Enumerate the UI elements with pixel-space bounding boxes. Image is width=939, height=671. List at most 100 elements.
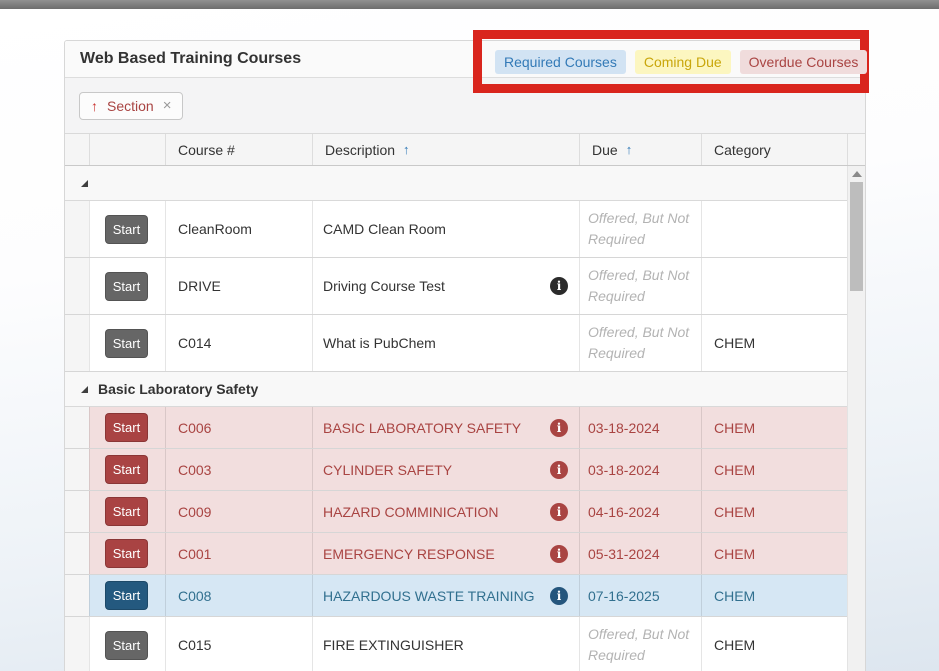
table-row: Start C006 BASIC LABORATORY SAFETY i 03-18-2… (65, 407, 847, 449)
table-row: Start C008 HAZARDOUS WASTE TRAINING i 07-16-… (65, 575, 847, 617)
start-cell: Start (89, 575, 165, 616)
description-cell: FIRE EXTINGUISHER (312, 617, 579, 671)
info-icon[interactable]: i (550, 461, 568, 479)
table-row: Start C009 HAZARD COMMINICATION i 04-16-2024… (65, 491, 847, 533)
table-row: Start C015 FIRE EXTINGUISHER Offered, But N… (65, 617, 847, 671)
due-cell: Offered, But Not Required (579, 201, 701, 257)
description-text: HAZARD COMMINICATION (323, 504, 499, 520)
start-button[interactable]: Start (105, 631, 148, 660)
legend-required-courses[interactable]: Required Courses (495, 50, 626, 74)
course-number-cell: C015 (165, 617, 312, 671)
category-cell: CHEM (701, 449, 847, 490)
description-text: BASIC LABORATORY SAFETY (323, 420, 521, 436)
training-courses-panel: Web Based Training Courses ↑ Section × C… (64, 40, 866, 671)
legend-overdue-courses[interactable]: Overdue Courses (740, 50, 868, 74)
column-header-due[interactable]: Due ↑ (579, 134, 701, 165)
grid-body: StartCleanRoomCAMD Clean RoomOffered, Bu… (65, 166, 865, 671)
due-cell: 07-16-2025 (579, 575, 701, 616)
due-cell: 03-18-2024 (579, 449, 701, 490)
screen: Web Based Training Courses ↑ Section × C… (0, 0, 939, 671)
description-cell: CYLINDER SAFETYi (312, 449, 579, 490)
info-icon[interactable]: i (550, 277, 568, 295)
course-number-cell: C008 (165, 575, 312, 616)
header-action-cell (89, 134, 165, 165)
description-text: What is PubChem (323, 335, 436, 351)
info-icon[interactable]: i (550, 503, 568, 521)
description-sort-asc-icon[interactable]: ↑ (403, 142, 410, 157)
description-header-label: Description (325, 142, 395, 158)
start-cell: Start (89, 449, 165, 490)
description-cell: HAZARDOUS WASTE TRAINING i (312, 575, 579, 616)
start-button[interactable]: Start (105, 413, 148, 442)
section-group-chip[interactable]: ↑ Section × (79, 92, 183, 120)
description-text: FIRE EXTINGUISHER (323, 637, 464, 653)
course-number-cell: CleanRoom (165, 201, 312, 257)
table-row: StartC014What is PubChemOffered, But Not… (65, 315, 847, 372)
course-number-cell: DRIVE (165, 258, 312, 314)
group-name-label: Basic Laboratory Safety (98, 381, 258, 397)
page-title: Web Based Training Courses (80, 50, 301, 68)
group-indent-cell (65, 315, 89, 371)
remove-group-icon[interactable]: × (163, 98, 172, 113)
start-button[interactable]: Start (105, 497, 148, 526)
due-cell: 05-31-2024 (579, 533, 701, 574)
description-cell: HAZARD COMMINICATION i (312, 491, 579, 532)
group-header-row[interactable]: Basic Laboratory Safety (65, 372, 847, 407)
description-text: HAZARDOUS WASTE TRAINING (323, 588, 535, 604)
course-header-label: Course # (178, 142, 235, 158)
start-button[interactable]: Start (105, 215, 148, 244)
start-cell: Start (89, 258, 165, 314)
category-cell: CHEM (701, 315, 847, 371)
info-icon[interactable]: i (550, 587, 568, 605)
due-cell: Offered, But Not Required (579, 315, 701, 371)
collapse-triangle-icon[interactable] (81, 386, 88, 393)
group-header-row[interactable] (65, 166, 847, 201)
collapse-triangle-icon[interactable] (81, 180, 88, 187)
info-icon[interactable]: i (550, 545, 568, 563)
start-button[interactable]: Start (105, 455, 148, 484)
group-indent-cell (65, 449, 89, 490)
description-text: EMERGENCY RESPONSE (323, 546, 495, 562)
vertical-scrollbar[interactable] (847, 166, 865, 671)
course-number-cell: C009 (165, 491, 312, 532)
description-cell: CAMD Clean Room (312, 201, 579, 257)
start-cell: Start (89, 617, 165, 671)
due-header-label: Due (592, 142, 618, 158)
table-row: StartC001EMERGENCY RESPONSEi05-31-2024CH… (65, 533, 847, 575)
due-cell: 03-18-2024 (579, 407, 701, 448)
category-cell (701, 258, 847, 314)
group-indent-cell (65, 201, 89, 257)
table-header-row: Course # Description ↑ Due ↑ Category (65, 134, 865, 166)
start-button[interactable]: Start (105, 581, 148, 610)
section-chip-label: Section (107, 98, 154, 114)
header-scrollbar-filler (847, 134, 865, 165)
group-indent-cell (65, 575, 89, 616)
course-number-cell: C006 (165, 407, 312, 448)
due-cell: Offered, But Not Required (579, 617, 701, 671)
group-indent-cell (65, 617, 89, 671)
sort-ascending-icon[interactable]: ↑ (91, 98, 98, 114)
table-row: Start CleanRoomCAMD Clean RoomOffered, Bu… (65, 201, 847, 258)
column-header-category[interactable]: Category (701, 134, 847, 165)
info-icon[interactable]: i (550, 419, 568, 437)
legend-coming-due[interactable]: Coming Due (635, 50, 731, 74)
due-sort-asc-icon[interactable]: ↑ (626, 142, 633, 157)
scroll-up-arrow-icon[interactable] (852, 171, 862, 177)
due-cell: 04-16-2024 (579, 491, 701, 532)
start-button[interactable]: Start (105, 272, 148, 301)
header-gutter-cell (65, 134, 89, 165)
scrollbar-thumb[interactable] (850, 182, 863, 291)
category-cell: CHEM (701, 575, 847, 616)
category-cell: CHEM (701, 617, 847, 671)
description-cell: EMERGENCY RESPONSE i (312, 533, 579, 574)
category-cell: CHEM (701, 491, 847, 532)
window-top-bar (0, 0, 939, 9)
description-cell: BASIC LABORATORY SAFETY i (312, 407, 579, 448)
column-header-description[interactable]: Description ↑ (312, 134, 579, 165)
start-cell: Start (89, 407, 165, 448)
red-highlight-annotation: Required Courses Coming Due Overdue Cour… (473, 30, 869, 93)
table-row: StartC003CYLINDER SAFETYi03-18-2024CHEM (65, 449, 847, 491)
start-button[interactable]: Start (105, 539, 148, 568)
start-button[interactable]: Start (105, 329, 148, 358)
column-header-course[interactable]: Course # (165, 134, 312, 165)
